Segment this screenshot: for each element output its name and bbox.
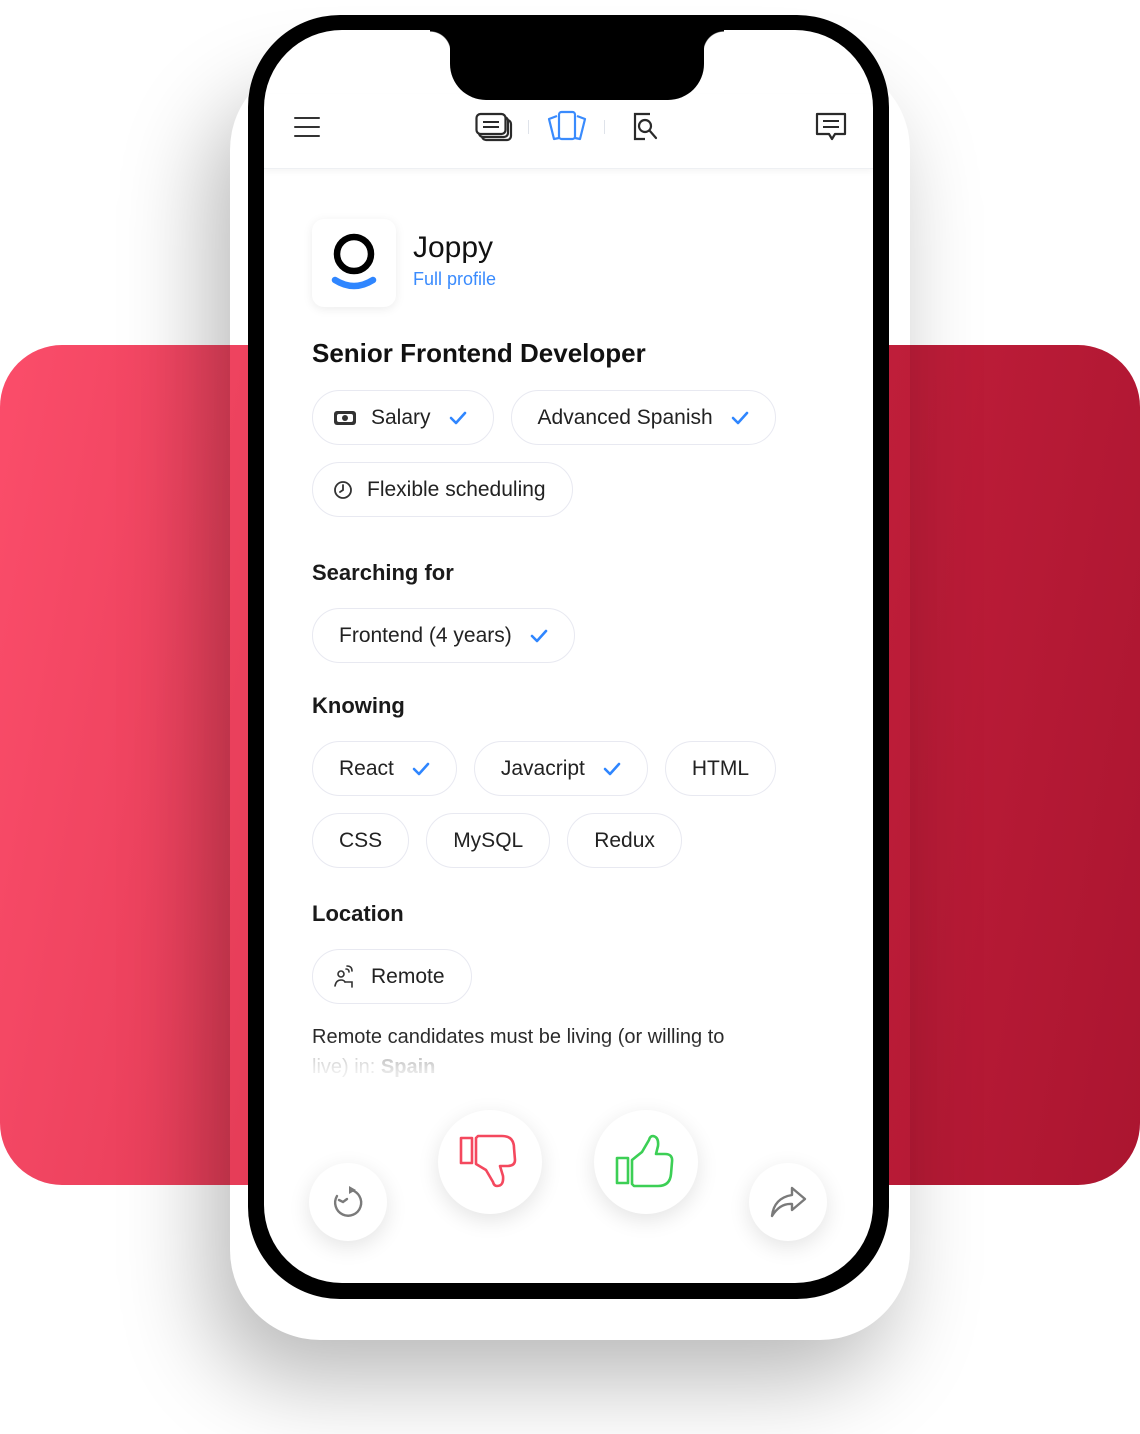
joppy-logo-icon <box>331 233 377 290</box>
company-name: Joppy <box>413 230 494 264</box>
tab-separator <box>604 120 605 134</box>
share-button[interactable] <box>749 1163 827 1241</box>
company-header: Joppy Full profile <box>312 219 496 307</box>
thumbs-down-icon <box>459 1134 517 1188</box>
phone-notch <box>430 30 724 100</box>
company-logo[interactable] <box>312 219 396 307</box>
thumbs-up-icon <box>615 1134 674 1188</box>
menu-button[interactable] <box>292 112 322 142</box>
messages-button[interactable] <box>814 110 848 144</box>
searching-for-chips: Frontend (4 years) <box>312 608 832 663</box>
job-title: Senior Frontend Developer <box>312 338 646 368</box>
chip-label: Frontend (4 years) <box>339 623 512 647</box>
chip-label: Javacript <box>500 756 585 780</box>
knowing-chips: React Javacript HTML CSS MySQL Redux <box>312 741 832 868</box>
location-title: Location <box>312 901 404 926</box>
chip-label: Advanced Spanish <box>537 405 713 429</box>
check-icon <box>449 411 467 425</box>
chip-html[interactable]: HTML <box>664 741 777 796</box>
chip-label: CSS <box>339 828 383 852</box>
undo-button[interactable] <box>309 1163 387 1241</box>
chip-advanced-spanish[interactable]: Advanced Spanish <box>510 390 776 445</box>
tab-search[interactable] <box>629 110 663 144</box>
chip-label: React <box>339 756 394 780</box>
chip-label: MySQL <box>453 828 524 852</box>
dislike-button[interactable] <box>438 1110 542 1214</box>
chip-label: Salary <box>371 405 431 429</box>
chip-salary[interactable]: Salary <box>312 390 494 445</box>
check-icon <box>530 629 548 643</box>
check-icon <box>603 762 621 776</box>
share-icon <box>770 1186 807 1218</box>
chip-react[interactable]: React <box>312 741 457 796</box>
perks-chips: Salary Advanced Spanish Flexible schedul… <box>312 390 832 517</box>
chip-css[interactable]: CSS <box>312 813 410 868</box>
swipe-cards-icon <box>547 110 587 141</box>
money-icon <box>333 410 357 426</box>
chip-label: Flexible scheduling <box>367 477 546 501</box>
searching-for-title: Searching for <box>312 560 454 585</box>
check-icon <box>412 762 430 776</box>
chip-label: Remote <box>371 964 445 988</box>
phone-frame: Joppy Full profile Senior Frontend Devel… <box>248 15 889 1299</box>
phone-screen: Joppy Full profile Senior Frontend Devel… <box>264 30 873 1283</box>
top-navigation-bar <box>264 94 873 169</box>
chip-mysql[interactable]: MySQL <box>426 813 551 868</box>
chat-message-icon <box>815 112 847 141</box>
full-profile-link[interactable]: Full profile <box>413 269 496 290</box>
check-icon <box>731 411 749 425</box>
chip-remote[interactable]: Remote <box>312 949 472 1004</box>
chip-javascript[interactable]: Javacript <box>473 741 648 796</box>
tab-swipe-cards[interactable] <box>546 108 588 144</box>
hamburger-menu-icon <box>294 117 320 137</box>
remote-worker-icon <box>333 964 357 989</box>
chip-frontend[interactable]: Frontend (4 years) <box>312 608 575 663</box>
chip-redux[interactable]: Redux <box>567 813 682 868</box>
chip-flexible-scheduling[interactable]: Flexible scheduling <box>312 462 573 517</box>
clock-icon <box>333 480 353 500</box>
undo-icon <box>333 1186 363 1217</box>
tab-separator <box>528 120 529 134</box>
chip-label: Redux <box>594 828 655 852</box>
chip-label: HTML <box>691 756 750 780</box>
stacked-cards-icon <box>475 112 513 142</box>
like-button[interactable] <box>594 1110 698 1214</box>
search-document-icon <box>633 112 658 141</box>
knowing-title: Knowing <box>312 693 405 718</box>
tab-stacked-cards[interactable] <box>474 110 514 144</box>
location-chips: Remote <box>312 949 832 1004</box>
content-fade <box>264 1040 873 1110</box>
